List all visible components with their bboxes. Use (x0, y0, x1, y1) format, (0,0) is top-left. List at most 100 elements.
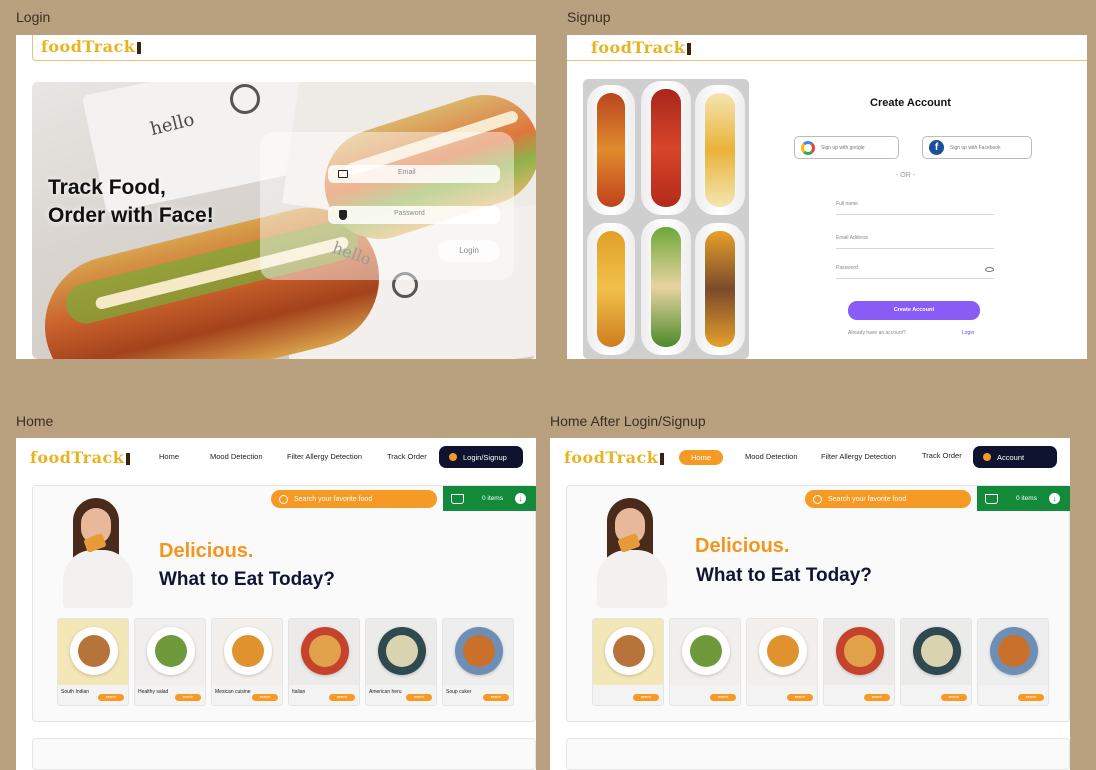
food-card-search-button[interactable]: search (483, 694, 509, 701)
hero-what-to-eat: What to Eat Today? (159, 569, 335, 590)
email-field[interactable]: Email (328, 165, 500, 183)
shield-icon (339, 210, 347, 220)
password-field[interactable]: Password (328, 206, 500, 224)
login-header: foodTrack (32, 35, 536, 61)
google-icon (801, 140, 815, 155)
brand-logo[interactable]: foodTrack (30, 448, 131, 467)
cart-items-count: 0 items (1016, 495, 1037, 502)
food-card-search-button[interactable]: search (98, 694, 124, 701)
facebook-signup-button[interactable]: f Sign up with Facebook (922, 136, 1032, 159)
user-icon (449, 453, 457, 461)
food-card[interactable]: search (977, 618, 1049, 706)
have-account-text: Already have an account? (848, 330, 906, 336)
user-icon (983, 453, 991, 461)
food-card[interactable]: Healthy salad search (134, 618, 206, 706)
search-input[interactable]: Search your favorite food (805, 490, 971, 508)
download-icon[interactable]: ↓ (514, 493, 526, 504)
eye-slash-icon[interactable] (985, 267, 994, 272)
login-button[interactable]: Login (438, 240, 500, 262)
home-after-navbar: foodTrack Home Mood Detection Filter All… (550, 438, 1070, 478)
food-card-search-button[interactable]: search (406, 694, 432, 701)
food-card-image (135, 619, 205, 685)
food-card[interactable]: American heru search (365, 618, 437, 706)
email-address-field[interactable]: Email Address (836, 235, 994, 249)
login-headline: Track Food, Order with Face! (48, 176, 214, 227)
food-card-name: South Indian (61, 689, 90, 695)
signup-frame: foodTrack Create Account Sign up with go… (567, 35, 1087, 359)
download-icon[interactable]: ↓ (1048, 493, 1060, 504)
food-card-image (670, 619, 740, 685)
full-name-label: Full name (836, 201, 858, 207)
food-card-name: American heru (369, 689, 402, 695)
food-card-name: Healthy salad (138, 689, 169, 695)
food-card-name: Soup cuker (446, 689, 472, 695)
food-card-search-button[interactable]: search (175, 694, 201, 701)
create-account-button[interactable]: Create Account (848, 301, 980, 320)
food-card-name: Mexican cuisine (215, 689, 251, 695)
frame-label-home: Home (16, 413, 54, 429)
search-input[interactable]: Search your favorite food (271, 490, 437, 508)
food-card[interactable]: Soup cuker search (442, 618, 514, 706)
food-card-search-button[interactable]: search (329, 694, 355, 701)
home-after-hero-panel: Search your favorite food 0 items ↓ Deli… (566, 485, 1070, 722)
google-label: Sign up with google (821, 144, 865, 151)
nav-mood-detection[interactable]: Mood Detection (210, 452, 263, 461)
food-card[interactable]: search (900, 618, 972, 706)
food-card-search-button[interactable]: search (1018, 694, 1044, 701)
food-card[interactable]: South Indian search (57, 618, 129, 706)
food-card[interactable]: Italian search (288, 618, 360, 706)
nav-mood-detection[interactable]: Mood Detection (745, 452, 798, 461)
signup-password-field[interactable]: Password (836, 265, 994, 279)
signup-login-link[interactable]: Login (962, 330, 974, 336)
email-placeholder: Email (398, 169, 416, 176)
basket-icon (451, 493, 464, 504)
login-hero-image: hello hello Track Food, Order with Face!… (32, 82, 536, 359)
food-card-search-button[interactable]: search (864, 694, 890, 701)
frame-label-home-after: Home After Login/Signup (550, 413, 706, 429)
food-card-search-button[interactable]: search (941, 694, 967, 701)
brand-logo[interactable]: foodTrack (564, 448, 665, 467)
frame-label-signup: Signup (567, 9, 611, 25)
food-card-search-button[interactable]: search (710, 694, 736, 701)
food-card[interactable]: search (823, 618, 895, 706)
signup-title: Create Account (870, 97, 951, 109)
password-placeholder: Password (394, 210, 425, 217)
frame-label-login: Login (16, 9, 51, 25)
food-card-search-button[interactable]: search (252, 694, 278, 701)
food-card-image (212, 619, 282, 685)
google-signup-button[interactable]: Sign up with google (794, 136, 899, 159)
email-address-label: Email Address (836, 235, 868, 241)
nav-home-active[interactable]: Home (679, 450, 724, 465)
login-signup-button[interactable]: Login/Signup (439, 446, 523, 468)
food-card[interactable]: search (746, 618, 818, 706)
home-after-frame: foodTrack Home Mood Detection Filter All… (550, 438, 1070, 770)
cart-widget[interactable]: 0 items ↓ (977, 486, 1070, 511)
food-card-search-button[interactable]: search (787, 694, 813, 701)
cart-widget[interactable]: 0 items ↓ (443, 486, 536, 511)
home-navbar: foodTrack Home Mood Detection Filter All… (16, 438, 536, 478)
food-card-image (901, 619, 971, 685)
search-icon (279, 494, 288, 504)
brand-logo[interactable]: foodTrack (591, 38, 692, 57)
account-button[interactable]: Account (973, 446, 1057, 468)
search-placeholder: Search your favorite food (294, 495, 373, 503)
food-card-image (289, 619, 359, 685)
food-card-search-button[interactable]: search (633, 694, 659, 701)
password-label: Password (836, 265, 858, 271)
cart-items-count: 0 items (482, 495, 503, 502)
search-placeholder: Search your favorite food (828, 495, 907, 503)
food-card-image (366, 619, 436, 685)
food-card[interactable]: Mexican cuisine search (211, 618, 283, 706)
food-card[interactable]: search (669, 618, 741, 706)
nav-track-order[interactable]: Track Order (922, 451, 962, 460)
food-card-image (747, 619, 817, 685)
nav-filter-allergy[interactable]: Filter Allergy Detection (287, 452, 362, 461)
brand-logo[interactable]: foodTrack (41, 37, 142, 56)
full-name-field[interactable]: Full name (836, 201, 994, 215)
nav-filter-allergy[interactable]: Filter Allergy Detection (821, 452, 896, 461)
search-icon (813, 494, 822, 504)
nav-home[interactable]: Home (159, 452, 179, 461)
food-card-image (443, 619, 513, 685)
nav-track-order[interactable]: Track Order (387, 452, 427, 461)
food-card[interactable]: search (592, 618, 664, 706)
